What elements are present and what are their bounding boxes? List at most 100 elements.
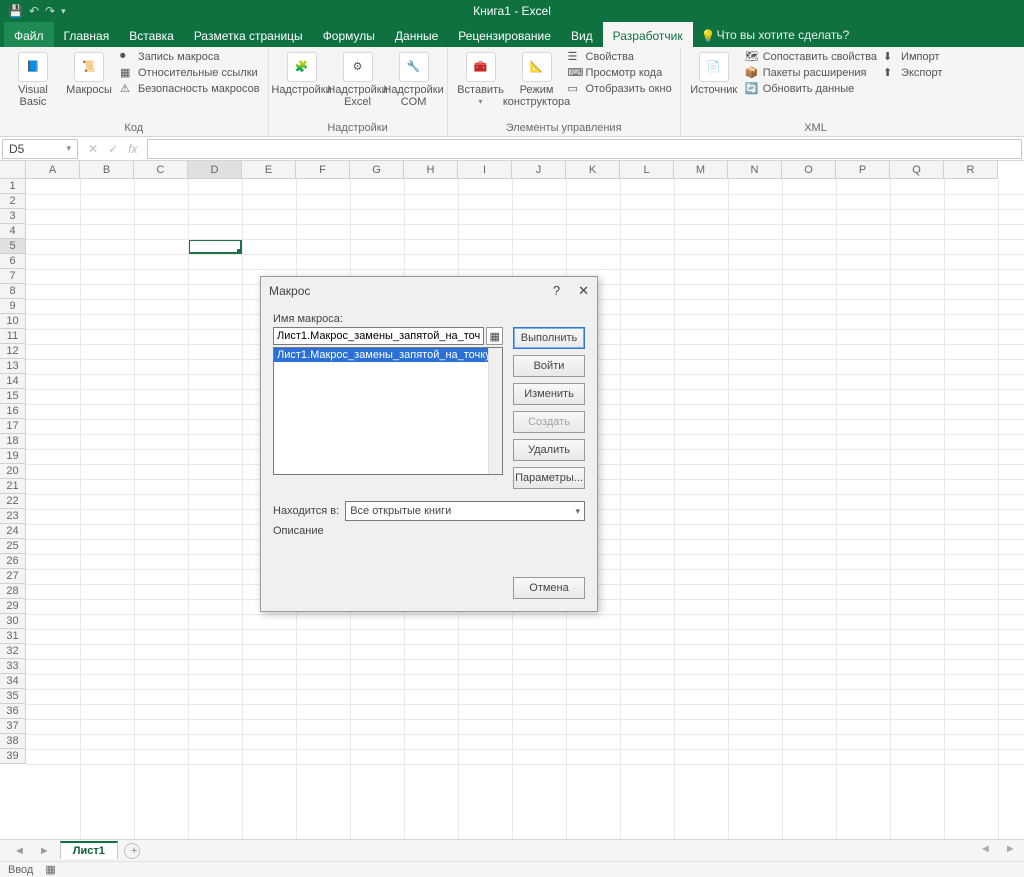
- sheet-tab[interactable]: Лист1: [60, 841, 118, 859]
- row-header[interactable]: 30: [0, 614, 26, 629]
- row-header[interactable]: 6: [0, 254, 26, 269]
- excel-addins-button[interactable]: ⚙Надстройки Excel: [333, 50, 383, 108]
- col-header[interactable]: E: [242, 161, 296, 179]
- view-code-button[interactable]: ⌨Просмотр кода: [568, 66, 672, 80]
- tell-me[interactable]: 💡 Что вы хотите сделать?: [701, 22, 850, 47]
- col-header[interactable]: G: [350, 161, 404, 179]
- tab-Разметка страницы[interactable]: Разметка страницы: [184, 22, 313, 47]
- help-icon[interactable]: ?: [553, 283, 560, 299]
- step-into-button[interactable]: Войти: [513, 355, 585, 377]
- row-header[interactable]: 31: [0, 629, 26, 644]
- visual-basic-button[interactable]: 📘 Visual Basic: [8, 50, 58, 108]
- row-header[interactable]: 9: [0, 299, 26, 314]
- row-header[interactable]: 13: [0, 359, 26, 374]
- row-header[interactable]: 26: [0, 554, 26, 569]
- record-macro-button[interactable]: ⏺Запись макроса: [120, 50, 260, 64]
- options-button[interactable]: Параметры...: [513, 467, 585, 489]
- edit-button[interactable]: Изменить: [513, 383, 585, 405]
- insert-control-button[interactable]: 🧰Вставить▾: [456, 50, 506, 107]
- sheet-nav-left-icon[interactable]: ◄: [10, 845, 29, 857]
- tab-Главная[interactable]: Главная: [54, 22, 120, 47]
- cancel-button[interactable]: Отмена: [513, 577, 585, 599]
- tab-Вставка[interactable]: Вставка: [119, 22, 184, 47]
- row-header[interactable]: 5: [0, 239, 26, 254]
- fx-icon[interactable]: fx: [128, 142, 137, 156]
- design-mode-button[interactable]: 📐Режим конструктора: [512, 50, 562, 108]
- row-header[interactable]: 34: [0, 674, 26, 689]
- tab-Рецензирование[interactable]: Рецензирование: [448, 22, 561, 47]
- col-header[interactable]: B: [80, 161, 134, 179]
- map-properties-button[interactable]: 🗺Сопоставить свойства: [745, 50, 877, 64]
- tab-Вид[interactable]: Вид: [561, 22, 603, 47]
- relative-refs-button[interactable]: ▦Относительные ссылки: [120, 66, 260, 80]
- row-header[interactable]: 21: [0, 479, 26, 494]
- import-button[interactable]: ⬇Импорт: [883, 50, 942, 64]
- formula-input[interactable]: [147, 139, 1022, 159]
- enter-icon[interactable]: ✓: [108, 142, 118, 156]
- row-header[interactable]: 7: [0, 269, 26, 284]
- row-header[interactable]: 10: [0, 314, 26, 329]
- row-header[interactable]: 32: [0, 644, 26, 659]
- col-header[interactable]: A: [26, 161, 80, 179]
- col-header[interactable]: J: [512, 161, 566, 179]
- row-header[interactable]: 20: [0, 464, 26, 479]
- row-header[interactable]: 16: [0, 404, 26, 419]
- name-box[interactable]: D5 ▾: [2, 139, 78, 159]
- macro-list-item[interactable]: Лист1.Макрос_замены_запятой_на_точку: [274, 348, 502, 362]
- location-select[interactable]: Все открытые книги ▾: [345, 501, 585, 521]
- col-header[interactable]: Q: [890, 161, 944, 179]
- sheet-nav-right-icon[interactable]: ►: [35, 845, 54, 857]
- row-header[interactable]: 8: [0, 284, 26, 299]
- row-header[interactable]: 1: [0, 179, 26, 194]
- row-header[interactable]: 35: [0, 689, 26, 704]
- export-button[interactable]: ⬆Экспорт: [883, 66, 942, 80]
- scroll-left-icon[interactable]: ◄: [980, 843, 991, 857]
- row-header[interactable]: 12: [0, 344, 26, 359]
- undo-icon[interactable]: ↶: [29, 4, 39, 18]
- row-header[interactable]: 11: [0, 329, 26, 344]
- col-header[interactable]: C: [134, 161, 188, 179]
- col-header[interactable]: K: [566, 161, 620, 179]
- row-header[interactable]: 28: [0, 584, 26, 599]
- close-icon[interactable]: ✕: [578, 283, 589, 299]
- col-header[interactable]: I: [458, 161, 512, 179]
- properties-button[interactable]: ☰Свойства: [568, 50, 672, 64]
- row-header[interactable]: 22: [0, 494, 26, 509]
- range-picker-icon[interactable]: ▦: [486, 327, 503, 345]
- row-header[interactable]: 24: [0, 524, 26, 539]
- addins-button[interactable]: 🧩Надстройки: [277, 50, 327, 96]
- row-header[interactable]: 14: [0, 374, 26, 389]
- col-header[interactable]: R: [944, 161, 998, 179]
- macro-name-input[interactable]: [273, 327, 484, 345]
- col-header[interactable]: D: [188, 161, 242, 179]
- tab-file[interactable]: Файл: [4, 22, 54, 47]
- row-header[interactable]: 15: [0, 389, 26, 404]
- col-header[interactable]: M: [674, 161, 728, 179]
- tab-Разработчик[interactable]: Разработчик: [603, 22, 693, 47]
- row-header[interactable]: 33: [0, 659, 26, 674]
- col-header[interactable]: L: [620, 161, 674, 179]
- tab-Данные[interactable]: Данные: [385, 22, 448, 47]
- macro-list[interactable]: Лист1.Макрос_замены_запятой_на_точку: [273, 347, 503, 475]
- row-header[interactable]: 29: [0, 599, 26, 614]
- col-header[interactable]: N: [728, 161, 782, 179]
- row-header[interactable]: 37: [0, 719, 26, 734]
- row-header[interactable]: 39: [0, 749, 26, 764]
- show-dialog-button[interactable]: ▭Отобразить окно: [568, 82, 672, 96]
- chevron-down-icon[interactable]: ▾: [66, 143, 71, 154]
- qat-dropdown-icon[interactable]: ▾: [61, 6, 66, 17]
- row-header[interactable]: 3: [0, 209, 26, 224]
- row-header[interactable]: 19: [0, 449, 26, 464]
- col-header[interactable]: P: [836, 161, 890, 179]
- com-addins-button[interactable]: 🔧Надстройки COM: [389, 50, 439, 108]
- active-cell[interactable]: [188, 239, 242, 254]
- scrollbar[interactable]: [488, 348, 502, 474]
- row-header[interactable]: 17: [0, 419, 26, 434]
- row-header[interactable]: 36: [0, 704, 26, 719]
- scroll-right-icon[interactable]: ►: [1005, 843, 1016, 857]
- expansion-packs-button[interactable]: 📦Пакеты расширения: [745, 66, 877, 80]
- xml-source-button[interactable]: 📄Источник: [689, 50, 739, 96]
- col-header[interactable]: H: [404, 161, 458, 179]
- row-header[interactable]: 25: [0, 539, 26, 554]
- add-sheet-button[interactable]: +: [124, 843, 140, 859]
